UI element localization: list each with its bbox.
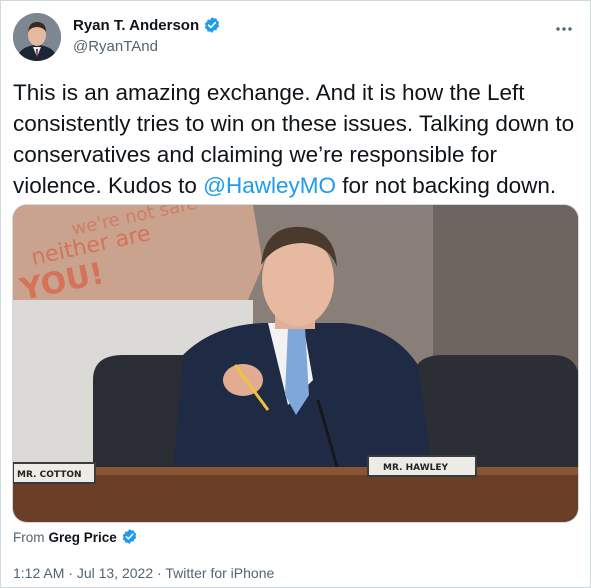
meta-separator: · bbox=[153, 565, 166, 581]
verified-badge-icon bbox=[203, 16, 221, 34]
tweet-time[interactable]: 1:12 AM bbox=[13, 565, 64, 581]
attribution-name[interactable]: Greg Price bbox=[49, 530, 117, 545]
media-video[interactable]: we're not safe neither are YOU! MR. COTT… bbox=[12, 204, 579, 523]
verified-badge-icon bbox=[121, 528, 139, 546]
tweet-header: Ryan T. Anderson @RyanTAnd bbox=[13, 13, 578, 63]
more-options-icon[interactable] bbox=[554, 19, 574, 39]
nameplate-right: MR. HAWLEY bbox=[383, 463, 449, 473]
tweet-text-end: for not backing down. bbox=[335, 173, 557, 198]
attribution-prefix: From bbox=[13, 529, 45, 545]
media-attribution: From Greg Price bbox=[13, 528, 139, 546]
tweet-date[interactable]: Jul 13, 2022 bbox=[77, 565, 153, 581]
mention-link[interactable]: @HawleyMO bbox=[203, 173, 336, 198]
tweet-source: Twitter for iPhone bbox=[165, 565, 275, 581]
meta-separator: · bbox=[64, 565, 77, 581]
name-row: Ryan T. Anderson bbox=[73, 16, 221, 34]
author-block: Ryan T. Anderson @RyanTAnd bbox=[73, 16, 221, 55]
nameplate-left: MR. COTTON bbox=[17, 470, 82, 480]
avatar-image bbox=[13, 13, 61, 61]
tweet-card: Ryan T. Anderson @RyanTAnd This is an am… bbox=[0, 0, 591, 588]
video-frame: we're not safe neither are YOU! MR. COTT… bbox=[13, 205, 578, 522]
avatar[interactable] bbox=[13, 13, 61, 61]
tweet-meta: 1:12 AM · Jul 13, 2022 · Twitter for iPh… bbox=[13, 565, 274, 581]
author-display-name[interactable]: Ryan T. Anderson bbox=[73, 17, 199, 34]
author-handle[interactable]: @RyanTAnd bbox=[73, 38, 221, 55]
tweet-text: This is an amazing exchange. And it is h… bbox=[13, 77, 578, 201]
